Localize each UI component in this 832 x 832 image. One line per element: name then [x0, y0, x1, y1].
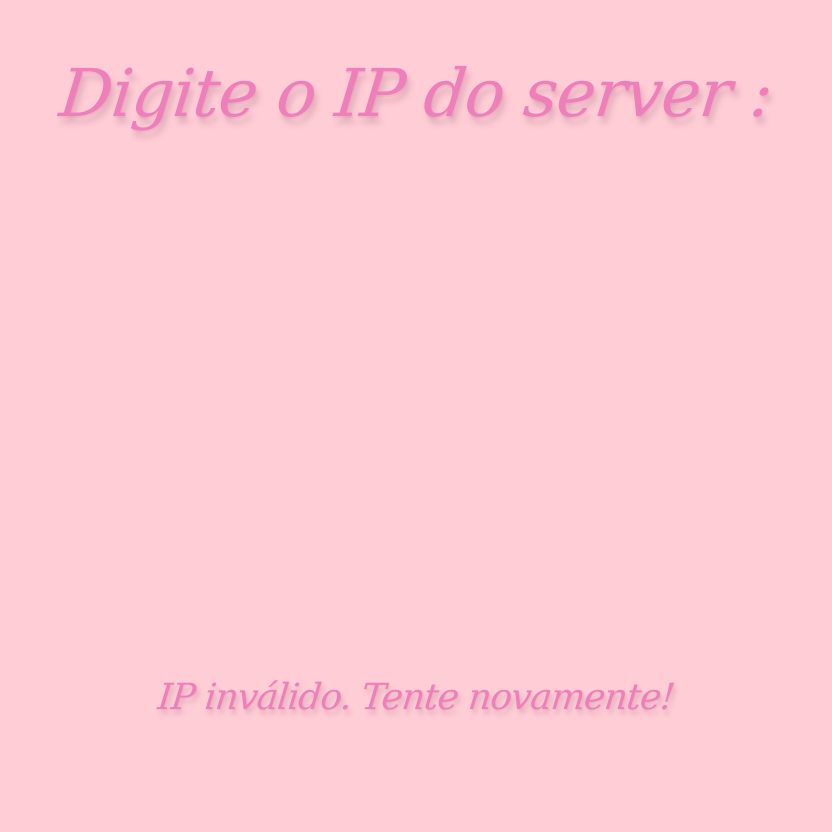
server-ip-screen: Digite o IP do server : IP inválido. Ten… — [0, 0, 832, 832]
invalid-ip-error-message: IP inválido. Tente novamente! — [155, 677, 677, 718]
server-ip-prompt-title: Digite o IP do server : — [56, 55, 776, 132]
